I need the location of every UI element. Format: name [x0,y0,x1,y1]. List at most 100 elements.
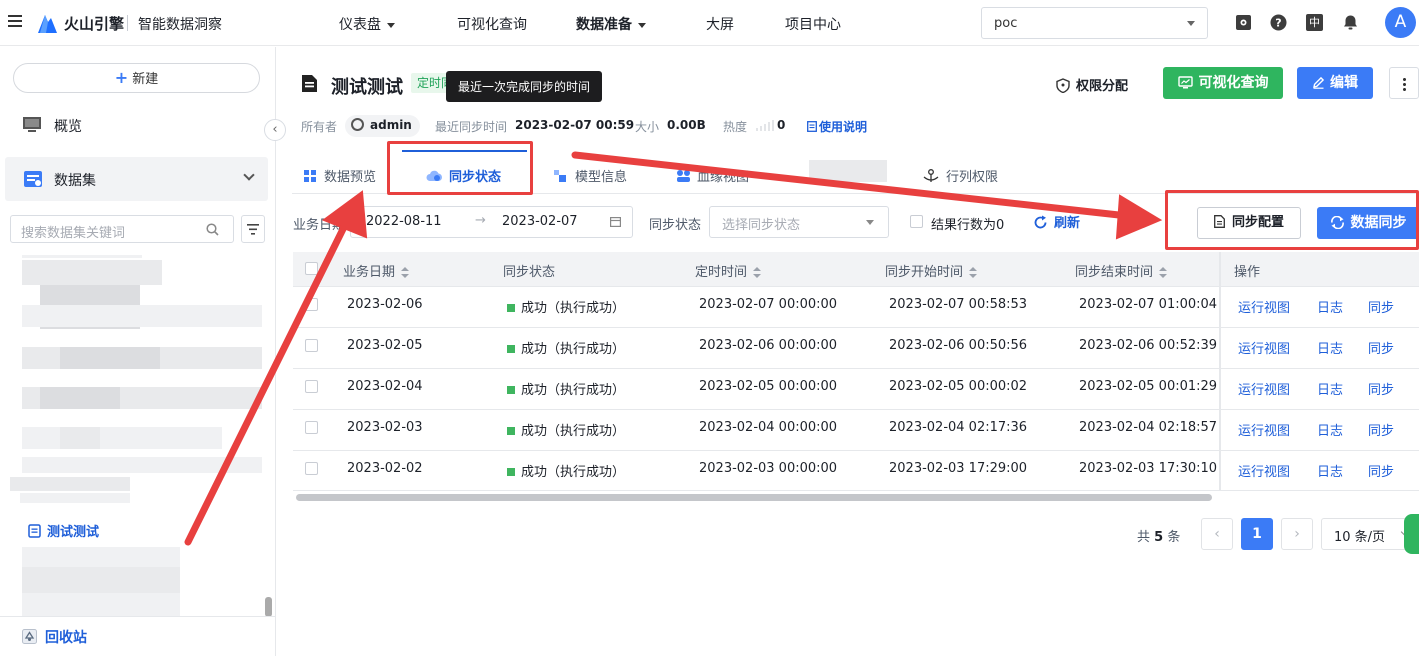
sync-link[interactable]: 同步 [1368,461,1394,480]
refresh-button[interactable]: 刷新 [1033,212,1080,231]
heat-bars-icon [756,120,774,131]
horizontal-scrollbar[interactable] [296,494,1212,501]
success-dot-icon [507,304,515,312]
heat-value: 0 [777,118,786,132]
new-button[interactable]: + 新建 [13,63,260,93]
sort-icon[interactable] [1159,267,1168,278]
redacted-list-item [60,347,160,369]
run-view-link[interactable]: 运行视图 [1238,420,1290,439]
hamburger-menu-icon[interactable] [8,15,22,27]
next-page-button[interactable]: › [1281,518,1313,550]
run-view-link[interactable]: 运行视图 [1238,338,1290,357]
sync-status-label: 同步状态 [649,218,702,233]
edit-button[interactable]: 编辑 [1297,67,1373,99]
nav-visual-query[interactable]: 可视化查询 [457,14,527,34]
sync-status-select[interactable]: 选择同步状态 [709,206,889,238]
user-avatar[interactable]: A [1385,7,1416,38]
nav-data-prep[interactable]: 数据准备 [576,14,646,34]
column-header-actions: 操作 [1234,265,1261,280]
date-range-picker[interactable]: 2022-08-11 → 2023-02-07 [350,206,633,238]
date-start[interactable]: 2022-08-11 [366,214,442,229]
zero-rows-label: 结果行数为0 [931,218,1005,233]
sort-icon[interactable] [969,267,978,278]
tab-model-info[interactable]: 模型信息 [554,166,627,185]
sort-icon[interactable] [401,267,410,278]
search-icon [206,223,219,236]
tab-lineage[interactable]: 血缘视图 [676,166,749,185]
dataset-search-input[interactable]: 搜索数据集关键词 [10,215,234,243]
row-checkbox[interactable] [305,462,318,475]
row-divider [293,450,1419,451]
annotation-box-sync-buttons [1165,190,1419,250]
support-float-tab[interactable] [1404,514,1419,554]
redacted-list-item [60,427,100,449]
row-checkbox[interactable] [305,298,318,311]
bell-icon[interactable] [1342,14,1359,31]
sync-link[interactable]: 同步 [1368,420,1394,439]
zero-rows-checkbox[interactable] [910,215,923,228]
success-dot-icon [507,345,515,353]
more-vertical-icon [1402,76,1406,92]
log-link[interactable]: 日志 [1317,461,1343,480]
settings-box-icon[interactable] [1235,14,1252,31]
page-button-1[interactable]: 1 [1241,518,1273,550]
filter-button[interactable] [241,215,265,243]
recycle-bin-link[interactable]: 回收站 [22,627,87,647]
column-header-start[interactable]: 同步开始时间 [885,261,978,280]
help-icon[interactable]: ? [1270,14,1287,31]
sidebar-item-overview[interactable]: 概览 [0,115,276,135]
sync-link[interactable]: 同步 [1368,338,1394,357]
row-checkbox[interactable] [305,380,318,393]
visual-query-button[interactable]: 可视化查询 [1163,67,1283,99]
nav-project-center[interactable]: 项目中心 [785,14,841,34]
chevron-down-icon [1187,21,1195,26]
run-view-link[interactable]: 运行视图 [1238,379,1290,398]
owner-label: 所有者 [301,120,338,134]
help-doc-link[interactable]: 使用说明 [807,118,867,135]
tab-data-preview[interactable]: 数据预览 [304,166,376,185]
nav-big-screen[interactable]: 大屏 [706,14,734,34]
fixed-column-shadow [1219,252,1221,491]
row-checkbox[interactable] [305,339,318,352]
prev-page-button[interactable]: ‹ [1201,518,1233,550]
log-link[interactable]: 日志 [1317,297,1343,316]
log-link[interactable]: 日志 [1317,379,1343,398]
log-link[interactable]: 日志 [1317,338,1343,357]
date-end[interactable]: 2023-02-07 [502,214,578,229]
language-switch-icon[interactable]: 中 [1306,14,1323,31]
permission-button[interactable]: 权限分配 [1056,75,1128,94]
sync-link[interactable]: 同步 [1368,379,1394,398]
nav-dashboard[interactable]: 仪表盘 [339,14,395,34]
arrow-right-icon: → [475,213,486,228]
project-select[interactable]: poc [981,7,1208,39]
sidebar-collapse-button[interactable]: ‹ [264,119,286,141]
column-header-date[interactable]: 业务日期 [343,261,410,280]
select-all-checkbox[interactable] [305,262,318,275]
filter-icon [247,224,259,235]
cell-scheduled-time: 2023-02-04 00:00:00 [699,420,838,435]
model-icon [554,170,566,182]
sort-icon[interactable] [753,267,762,278]
run-view-link[interactable]: 运行视图 [1238,297,1290,316]
row-divider [293,368,1419,369]
tab-row-col-permission[interactable]: 行列权限 [922,166,998,185]
cell-business-date: 2023-02-06 [347,297,423,312]
sidebar-scrollbar[interactable] [265,597,272,617]
size-label: 大小 [635,120,660,134]
sync-link[interactable]: 同步 [1368,297,1394,316]
total-count: 共 5 条 [1137,530,1181,545]
row-checkbox[interactable] [305,421,318,434]
column-header-scheduled[interactable]: 定时时间 [695,261,762,280]
monitor-icon [23,117,41,132]
column-header-end[interactable]: 同步结束时间 [1075,261,1168,280]
active-dataset-item[interactable]: 测试测试 [28,521,99,540]
success-dot-icon [507,427,515,435]
log-link[interactable]: 日志 [1317,420,1343,439]
cell-sync-status: 成功（执行成功） [507,461,625,480]
sidebar-item-dataset[interactable]: 数据集 [5,157,268,201]
more-options-button[interactable] [1389,67,1419,99]
run-view-link[interactable]: 运行视图 [1238,461,1290,480]
success-dot-icon [507,468,515,476]
brand-divider [127,15,128,31]
pencil-icon [1313,76,1325,89]
